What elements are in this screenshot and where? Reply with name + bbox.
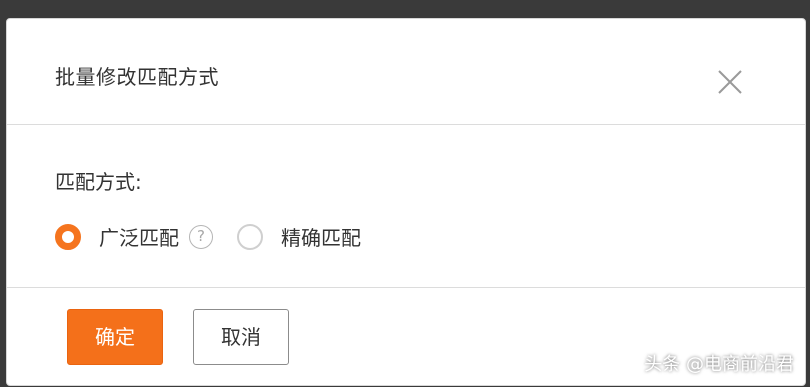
radio-label-broad: 广泛匹配	[99, 222, 179, 251]
watermark: 头条 @电商前沿君	[644, 350, 794, 376]
match-type-label: 匹配方式:	[55, 166, 142, 195]
batch-edit-match-dialog: 批量修改匹配方式 匹配方式: 广泛匹配 ? 精确匹配 确定 取消	[6, 18, 806, 386]
dialog-title: 批量修改匹配方式	[55, 61, 219, 90]
dialog-header: 批量修改匹配方式	[7, 19, 805, 125]
radio-broad-match[interactable]: 广泛匹配 ?	[55, 222, 213, 251]
cancel-button[interactable]: 取消	[193, 309, 289, 365]
match-type-radio-group: 广泛匹配 ? 精确匹配	[55, 222, 361, 251]
radio-checked-icon[interactable]	[55, 224, 81, 250]
question-circle-icon[interactable]: ?	[189, 225, 213, 249]
radio-label-exact: 精确匹配	[281, 222, 361, 251]
radio-exact-match[interactable]: 精确匹配	[237, 222, 361, 251]
close-icon[interactable]	[717, 69, 743, 95]
confirm-button[interactable]: 确定	[67, 309, 163, 365]
radio-unchecked-icon[interactable]	[237, 224, 263, 250]
dialog-body: 匹配方式: 广泛匹配 ? 精确匹配	[7, 126, 805, 288]
